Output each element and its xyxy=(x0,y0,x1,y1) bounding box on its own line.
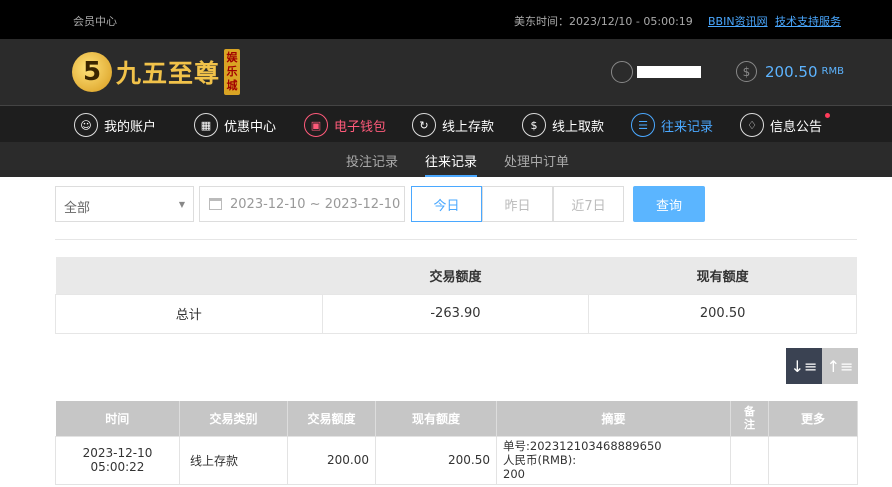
summary-table: 交易额度 现有额度 总计 -263.90 200.50 xyxy=(55,257,857,334)
summary-header-balance: 现有额度 xyxy=(588,257,857,294)
bell-icon: ♢ xyxy=(740,113,764,137)
eastern-time: 美东时间：2023/12/10 - 05:00:19 xyxy=(514,15,693,28)
withdraw-icon: $ xyxy=(522,113,546,137)
col-remark: 备注 xyxy=(730,401,769,436)
type-select-value: 全部 xyxy=(64,201,91,216)
nav-label: 线上取款 xyxy=(552,119,605,135)
notification-dot xyxy=(825,113,831,118)
row-more[interactable] xyxy=(768,435,858,485)
row-balance: 200.50 xyxy=(375,435,497,485)
nav-online-deposit[interactable]: ↻ 线上存款 xyxy=(412,111,494,139)
deposit-icon: ↻ xyxy=(412,113,436,137)
col-summary: 摘要 xyxy=(496,401,731,436)
row-remark xyxy=(730,435,769,485)
table-row: 2023-12-10 05:00:22 线上存款 200.00 200.50 单… xyxy=(55,435,858,485)
summary-header-blank xyxy=(55,257,323,294)
row-amount: 200.00 xyxy=(287,435,376,485)
summary-header-amount: 交易额度 xyxy=(322,257,589,294)
date-range-input[interactable]: 2023-12-10 ~ 2023-12-10 xyxy=(199,186,405,222)
nav-label: 电子钱包 xyxy=(334,119,387,135)
col-amount: 交易额度 xyxy=(287,401,376,436)
memo-order-no: 单号:202312103468889650 xyxy=(503,438,662,453)
tab-pending-orders[interactable]: 处理中订单 xyxy=(504,151,569,170)
row-category: 线上存款 xyxy=(179,435,288,485)
user-icon xyxy=(611,61,633,83)
balance-currency: RMB xyxy=(821,66,844,77)
col-more: 更多 xyxy=(768,401,858,436)
main-nav: ☺ 我的账户 ▦ 优惠中心 ▣ 电子钱包 ↻ 线上存款 $ 线上取款 ☰ 往来记… xyxy=(0,105,892,142)
nav-label: 优惠中心 xyxy=(224,119,277,135)
yesterday-button[interactable]: 昨日 xyxy=(482,186,553,222)
calendar-icon xyxy=(209,198,222,210)
wallet-icon: ▣ xyxy=(304,113,328,137)
nav-e-wallet[interactable]: ▣ 电子钱包 xyxy=(304,111,386,139)
balance-display: $ 200.50 RMB xyxy=(736,61,844,82)
logo-mark: 5 xyxy=(72,52,112,92)
nav-label: 往来记录 xyxy=(661,119,714,135)
type-select[interactable]: 全部 ▼ xyxy=(55,186,194,222)
memo-currency: 人民币(RMB): xyxy=(503,452,577,467)
memo-amount: 200 xyxy=(503,466,525,481)
nav-promotions[interactable]: ▦ 优惠中心 xyxy=(194,111,276,139)
divider xyxy=(55,239,857,240)
summary-header: 交易额度 现有额度 xyxy=(55,257,857,294)
col-category: 交易类别 xyxy=(179,401,288,436)
nav-label: 线上存款 xyxy=(442,119,495,135)
member-center-label[interactable]: 会员中心 xyxy=(73,13,117,29)
nav-my-account[interactable]: ☺ 我的账户 xyxy=(74,111,156,139)
last-7-days-button[interactable]: 近7日 xyxy=(553,186,624,222)
records-table: 时间 交易类别 交易额度 现有额度 摘要 备注 更多 2023-12-10 05… xyxy=(55,401,858,485)
balance-value: 200.50 xyxy=(765,62,818,81)
user-circle-icon: ☺ xyxy=(74,113,98,137)
gift-icon: ▦ xyxy=(194,113,218,137)
sort-descending-icon[interactable]: ↓≡ xyxy=(786,348,822,384)
row-time: 2023-12-10 05:00:22 xyxy=(55,435,180,485)
nav-online-withdraw[interactable]: $ 线上取款 xyxy=(522,111,604,139)
row-memo: 单号:202312103468889650 人民币(RMB): 200 xyxy=(496,435,731,485)
sub-nav: 投注记录 往来记录 处理中订单 xyxy=(0,142,892,177)
sort-controls: ↓≡ ↑≡ xyxy=(786,348,858,384)
today-button[interactable]: 今日 xyxy=(411,186,482,222)
site-logo[interactable]: 5 九五至尊 娱乐城 xyxy=(72,49,241,95)
date-range-value: 2023-12-10 ~ 2023-12-10 xyxy=(230,197,401,212)
tech-support-link[interactable]: 技术支持服务 xyxy=(775,13,841,29)
nav-label: 信息公告 xyxy=(770,119,823,135)
dollar-coin-icon: $ xyxy=(736,61,757,82)
user-info[interactable] xyxy=(611,61,701,83)
summary-total-amount: -263.90 xyxy=(321,293,590,334)
caret-down-icon: ▼ xyxy=(178,200,185,209)
summary-total-balance: 200.50 xyxy=(588,293,857,334)
records-header: 时间 交易类别 交易额度 现有额度 摘要 备注 更多 xyxy=(55,401,858,436)
sort-ascending-icon[interactable]: ↑≡ xyxy=(822,348,858,384)
tab-bet-records[interactable]: 投注记录 xyxy=(346,151,398,170)
summary-total-label: 总计 xyxy=(55,293,323,334)
nav-transaction-records[interactable]: ☰ 往来记录 xyxy=(631,111,713,139)
records-icon: ☰ xyxy=(631,113,655,137)
header: 5 九五至尊 娱乐城 $ 200.50 RMB xyxy=(0,39,892,105)
nav-announcements[interactable]: ♢ 信息公告 xyxy=(740,111,831,139)
tab-transaction-records[interactable]: 往来记录 xyxy=(425,151,478,177)
top-bar: 会员中心 美东时间：2023/12/10 - 05:00:19 BBIN资讯网 … xyxy=(0,0,892,39)
nav-label: 我的账户 xyxy=(104,119,157,135)
logo-badge: 娱乐城 xyxy=(224,49,241,95)
summary-row: 总计 -263.90 200.50 xyxy=(55,293,857,334)
logo-text: 九五至尊 xyxy=(116,59,221,88)
bbin-news-link[interactable]: BBIN资讯网 xyxy=(708,13,768,29)
col-balance: 现有额度 xyxy=(375,401,497,436)
query-button[interactable]: 查询 xyxy=(633,186,705,222)
username-redacted xyxy=(637,66,701,78)
col-time: 时间 xyxy=(55,401,180,436)
